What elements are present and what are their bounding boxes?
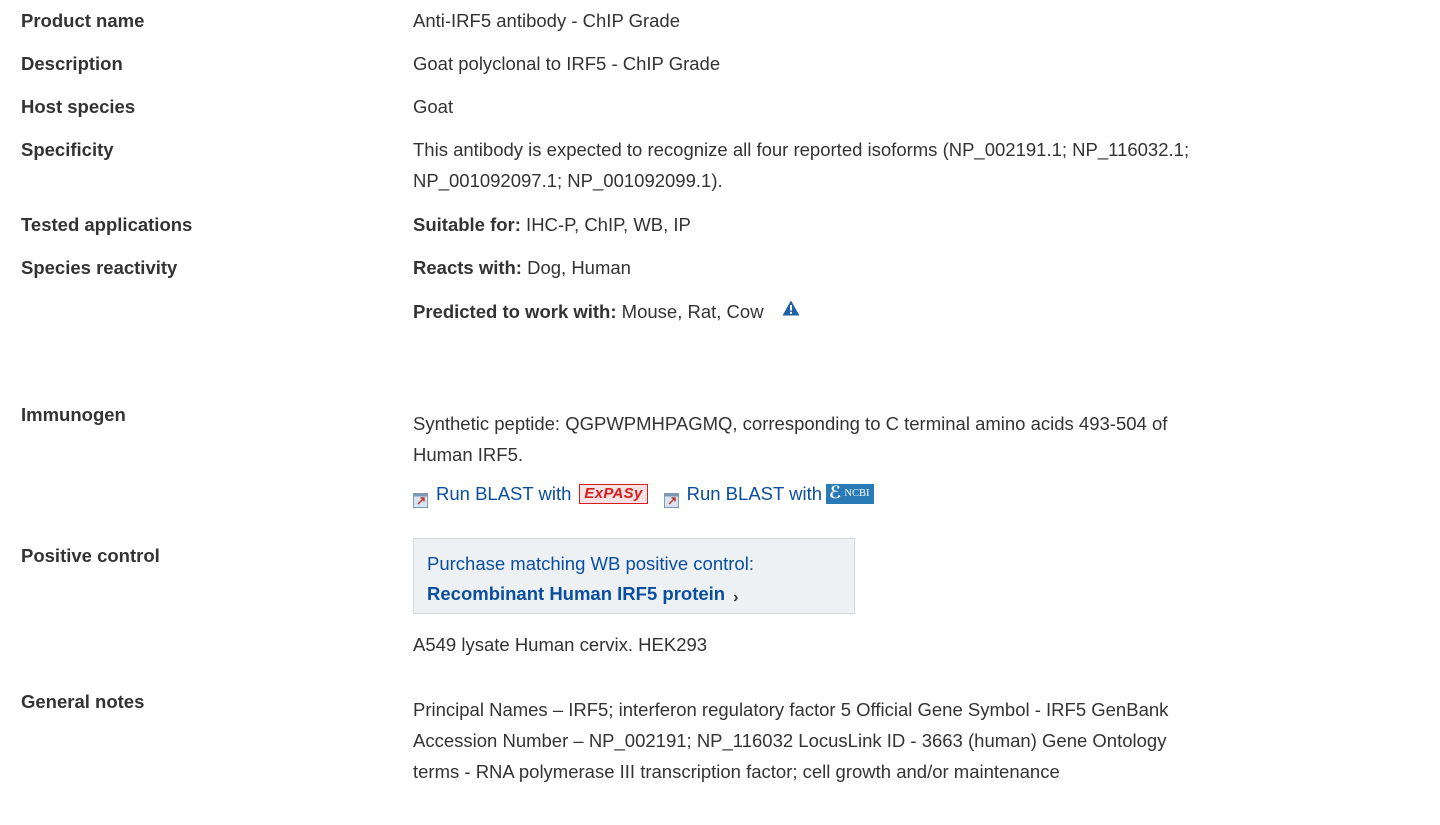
run-blast-expasy-label: Run BLAST with xyxy=(436,483,572,504)
label-host-species: Host species xyxy=(21,96,136,117)
value-specificity: This antibody is expected to recognize a… xyxy=(413,134,1423,196)
label-species-reactivity: Species reactivity xyxy=(21,257,178,278)
recombinant-protein-link[interactable]: Recombinant Human IRF5 protein xyxy=(427,583,725,604)
ncbi-logo: ℰ NCBI xyxy=(826,483,874,504)
chevron-right-icon: › xyxy=(733,589,739,606)
specificity-line-2: NP_001092097.1; NP_001092099.1). xyxy=(413,170,723,191)
label-immunogen: Immunogen xyxy=(21,404,126,425)
value-general-notes: Principal Names – IRF5; interferon regul… xyxy=(413,694,1423,787)
value-product-name: Anti-IRF5 antibody - ChIP Grade xyxy=(413,10,681,31)
positive-control-box[interactable]: Purchase matching WB positive control: R… xyxy=(413,538,855,614)
label-product-name: Product name xyxy=(21,10,145,31)
warning-triangle-icon[interactable] xyxy=(782,294,800,325)
immunogen-line-1: Synthetic peptide: QGPWPMHPAGMQ, corresp… xyxy=(413,413,1168,434)
general-notes-line-1: Principal Names – IRF5; interferon regul… xyxy=(413,699,1169,720)
value-positive-control: A549 lysate Human cervix. HEK293 xyxy=(413,634,708,655)
suitable-for-value: IHC-P, ChIP, WB, IP xyxy=(520,214,691,235)
ncbi-logo-text: NCBI xyxy=(844,488,870,499)
blast-links: Run BLAST with ExPASy Run BLAST with ℰ NCBI xyxy=(413,478,1423,509)
predicted-line: Predicted to work with: Mouse, Rat, Cow xyxy=(413,294,1423,327)
value-host-species: Goat xyxy=(413,96,454,117)
external-link-icon xyxy=(663,486,679,508)
predicted-label: Predicted to work with: xyxy=(413,301,617,322)
value-immunogen: Synthetic peptide: QGPWPMHPAGMQ, corresp… xyxy=(413,408,1423,509)
value-species-reactivity: Reacts with: Dog, Human Predicted to wor… xyxy=(413,252,1423,327)
value-description: Goat polyclonal to IRF5 - ChIP Grade xyxy=(413,53,721,74)
general-notes-line-3: terms - RNA polymerase III transcription… xyxy=(413,761,1060,782)
predicted-value: Mouse, Rat, Cow xyxy=(616,301,764,322)
external-link-icon xyxy=(413,486,428,508)
run-blast-ncbi-label: Run BLAST with xyxy=(686,483,822,504)
general-notes-line-2: Accession Number – NP_002191; NP_116032 … xyxy=(413,730,1167,751)
label-positive-control: Positive control xyxy=(21,545,160,566)
reacts-with-value: Dog, Human xyxy=(521,257,631,278)
specificity-line-1: This antibody is expected to recognize a… xyxy=(413,139,1190,160)
value-tested-applications: Suitable for: IHC-P, ChIP, WB, IP xyxy=(413,209,1423,240)
purchase-positive-control-link[interactable]: Purchase matching WB positive control: xyxy=(427,549,854,579)
expasy-logo: ExPASy xyxy=(579,483,648,504)
suitable-for-label: Suitable for: xyxy=(413,214,521,235)
label-description: Description xyxy=(21,53,123,74)
ncbi-dna-icon: ℰ xyxy=(829,483,842,503)
run-blast-ncbi-link[interactable]: Run BLAST with ℰ NCBI xyxy=(663,478,874,509)
recombinant-protein-line[interactable]: Recombinant Human IRF5 protein › xyxy=(427,579,854,613)
reacts-with-line: Reacts with: Dog, Human xyxy=(413,252,1423,283)
label-general-notes: General notes xyxy=(21,691,145,712)
run-blast-expasy-link[interactable]: Run BLAST with ExPASy xyxy=(413,478,648,509)
immunogen-line-2: Human IRF5. xyxy=(413,444,524,465)
label-specificity: Specificity xyxy=(21,139,114,160)
label-tested-applications: Tested applications xyxy=(21,214,193,235)
reacts-with-label: Reacts with: xyxy=(413,257,522,278)
